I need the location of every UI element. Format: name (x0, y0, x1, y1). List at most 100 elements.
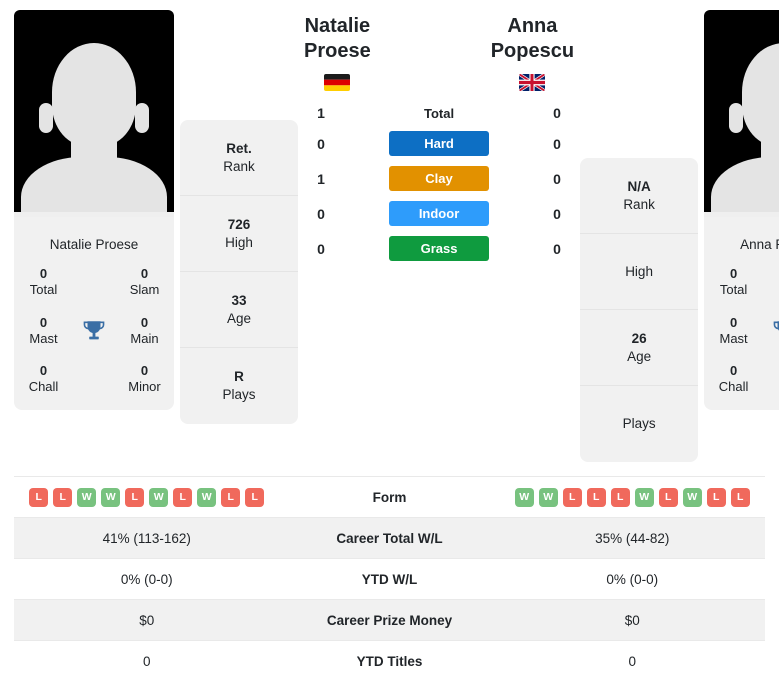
h2h-right-score: 0 (553, 240, 561, 257)
player-comparison-page: Natalie Proese 0 Total 0 Slam 0 Mast 0 M… (0, 0, 779, 699)
form-chip-loss[interactable]: L (658, 487, 678, 507)
comparison-stats-table: L L W W L W L W L L Form W W L L L W L W L L 41% (113-162) Car… (0, 476, 779, 681)
right-titles-total: 0 Total (704, 266, 763, 299)
stats-row-label: Form (372, 489, 407, 505)
form-chip-win[interactable]: W (682, 487, 702, 507)
left-main-value: 0 (140, 314, 149, 330)
surface-badge-grass[interactable]: Grass (389, 236, 490, 261)
h2h-row-grass: 0 Grass 0 (304, 236, 574, 261)
surface-badge-hard[interactable]: Hard (389, 131, 490, 156)
flag-uk-icon (519, 74, 546, 91)
form-chip-win[interactable]: W (77, 487, 97, 507)
h2h-left-score: 1 (317, 105, 325, 121)
left-trophy-icon (73, 318, 115, 344)
form-chip-loss[interactable]: L (173, 487, 193, 507)
left-profile-value: R (234, 369, 244, 385)
left-profile-row-age: 33 Age (180, 272, 298, 348)
h2h-left-score: 1 (317, 170, 325, 187)
left-player-photo[interactable] (14, 10, 174, 217)
left-minor-value: 0 (140, 363, 149, 378)
right-profile-value: N/A (627, 178, 651, 194)
form-chip-win[interactable]: W (197, 487, 217, 507)
left-titles-main: 0 Main (115, 315, 174, 348)
form-chip-win[interactable]: W (101, 487, 121, 507)
left-titles-slam: 0 Slam (115, 266, 174, 299)
stats-row: $0 Career Prize Money $0 (14, 599, 765, 640)
left-profile-column: Ret. Rank 726 High 33 Age R Plays (180, 10, 298, 424)
right-mast-value: 0 (729, 314, 738, 330)
h2h-left-score: 0 (317, 205, 325, 222)
form-chip-loss[interactable]: L (29, 487, 49, 507)
form-chip-loss[interactable]: L (53, 487, 73, 507)
left-player-column: Natalie Proese 0 Total 0 Slam 0 Mast 0 M… (14, 10, 174, 410)
left-slam-label: Slam (129, 282, 160, 298)
form-chip-win[interactable]: W (149, 487, 169, 507)
avatar-body-icon (711, 157, 779, 213)
right-last-name: Popescu (490, 40, 575, 62)
right-profile-value: 26 (631, 330, 647, 346)
left-titles-mast: 0 Mast (14, 315, 73, 348)
left-last-name: Proese (304, 40, 371, 62)
form-chip-loss[interactable]: L (706, 487, 726, 507)
stats-row-label: YTD Titles (356, 653, 423, 669)
left-total-value: 0 (39, 266, 48, 281)
right-profile-row-rank: N/A Rank (580, 158, 699, 234)
left-profile-label: High (225, 234, 253, 250)
right-total-value: 0 (729, 266, 738, 281)
form-chip-loss[interactable]: L (610, 487, 630, 507)
left-titles-chall: 0 Chall (14, 363, 73, 396)
h2h-right-score: 0 (553, 170, 561, 187)
left-profile-label: Plays (222, 387, 256, 402)
form-chip-loss[interactable]: L (586, 487, 606, 507)
left-profile-row-rank: Ret. Rank (180, 120, 298, 196)
stats-right-cell: 0% (0-0) (606, 571, 659, 587)
avatar-floor (14, 212, 174, 217)
avatar-floor (704, 212, 779, 217)
form-chip-win[interactable]: W (634, 487, 654, 507)
left-slam-value: 0 (140, 266, 149, 281)
surface-badge-clay[interactable]: Clay (389, 166, 490, 191)
right-profile-column: N/A Rank High 26 Age Plays (580, 10, 699, 462)
flag-germany-icon (324, 74, 351, 91)
form-chip-loss[interactable]: L (125, 487, 145, 507)
right-mast-label: Mast (719, 330, 748, 346)
head-to-head-column: Natalie Proese Anna Popescu 1 Total 0 0 … (304, 10, 574, 271)
form-chip-loss[interactable]: L (730, 487, 750, 507)
left-profile-value: 726 (227, 216, 251, 232)
avatar-ear-left-icon (729, 103, 744, 134)
right-total-label: Total (719, 282, 748, 298)
left-chall-label: Chall (28, 379, 59, 395)
left-titles-grid: 0 Total 0 Slam 0 Mast 0 Main 0 Chall 0 M… (14, 266, 174, 396)
stats-row-label: Career Prize Money (326, 612, 453, 628)
form-chip-win[interactable]: W (514, 487, 534, 507)
stats-row-label: Career Total W/L (336, 530, 443, 546)
form-chip-loss[interactable]: L (245, 487, 265, 507)
right-titles-grid: 0 Total 0 Slam 0 Mast (704, 266, 779, 396)
form-chip-win[interactable]: W (538, 487, 558, 507)
left-titles-total: 0 Total (14, 266, 73, 299)
head-to-head-list: 1 Total 0 0 Hard 0 1 Clay 0 0 Indoor 0 0 Grass 0 (304, 105, 574, 271)
left-profile-value: Ret. (226, 140, 252, 156)
h2h-row-indoor: 0 Indoor 0 (304, 201, 574, 226)
right-chall-value: 0 (729, 363, 738, 378)
avatar-ear-left-icon (39, 103, 53, 134)
left-form-list: LLWWLWLWLL (14, 487, 280, 507)
left-player-header[interactable]: Natalie Proese (304, 14, 371, 91)
left-card-player-name: Natalie Proese (49, 237, 139, 252)
surface-badge-indoor[interactable]: Indoor (389, 201, 490, 226)
h2h-left-score: 0 (317, 240, 325, 257)
left-main-label: Main (130, 330, 159, 346)
form-chip-loss[interactable]: L (562, 487, 582, 507)
right-player-photo[interactable] (704, 10, 779, 217)
stats-left-cell: 41% (113-162) (102, 530, 191, 546)
left-profile-row-high: 726 High (180, 196, 298, 272)
stats-row: 41% (113-162) Career Total W/L 35% (44-82) (14, 517, 765, 558)
stats-left-cell: LLWWLWLWLL (14, 487, 280, 507)
right-card-player-name: Anna Popescu (740, 237, 779, 252)
left-total-label: Total (29, 282, 58, 298)
right-profile-row-high: High (580, 234, 699, 310)
right-trophy-icon (763, 318, 779, 344)
right-player-header[interactable]: Anna Popescu (491, 14, 574, 91)
stats-left-cell: $0 (139, 612, 155, 628)
form-chip-loss[interactable]: L (221, 487, 241, 507)
